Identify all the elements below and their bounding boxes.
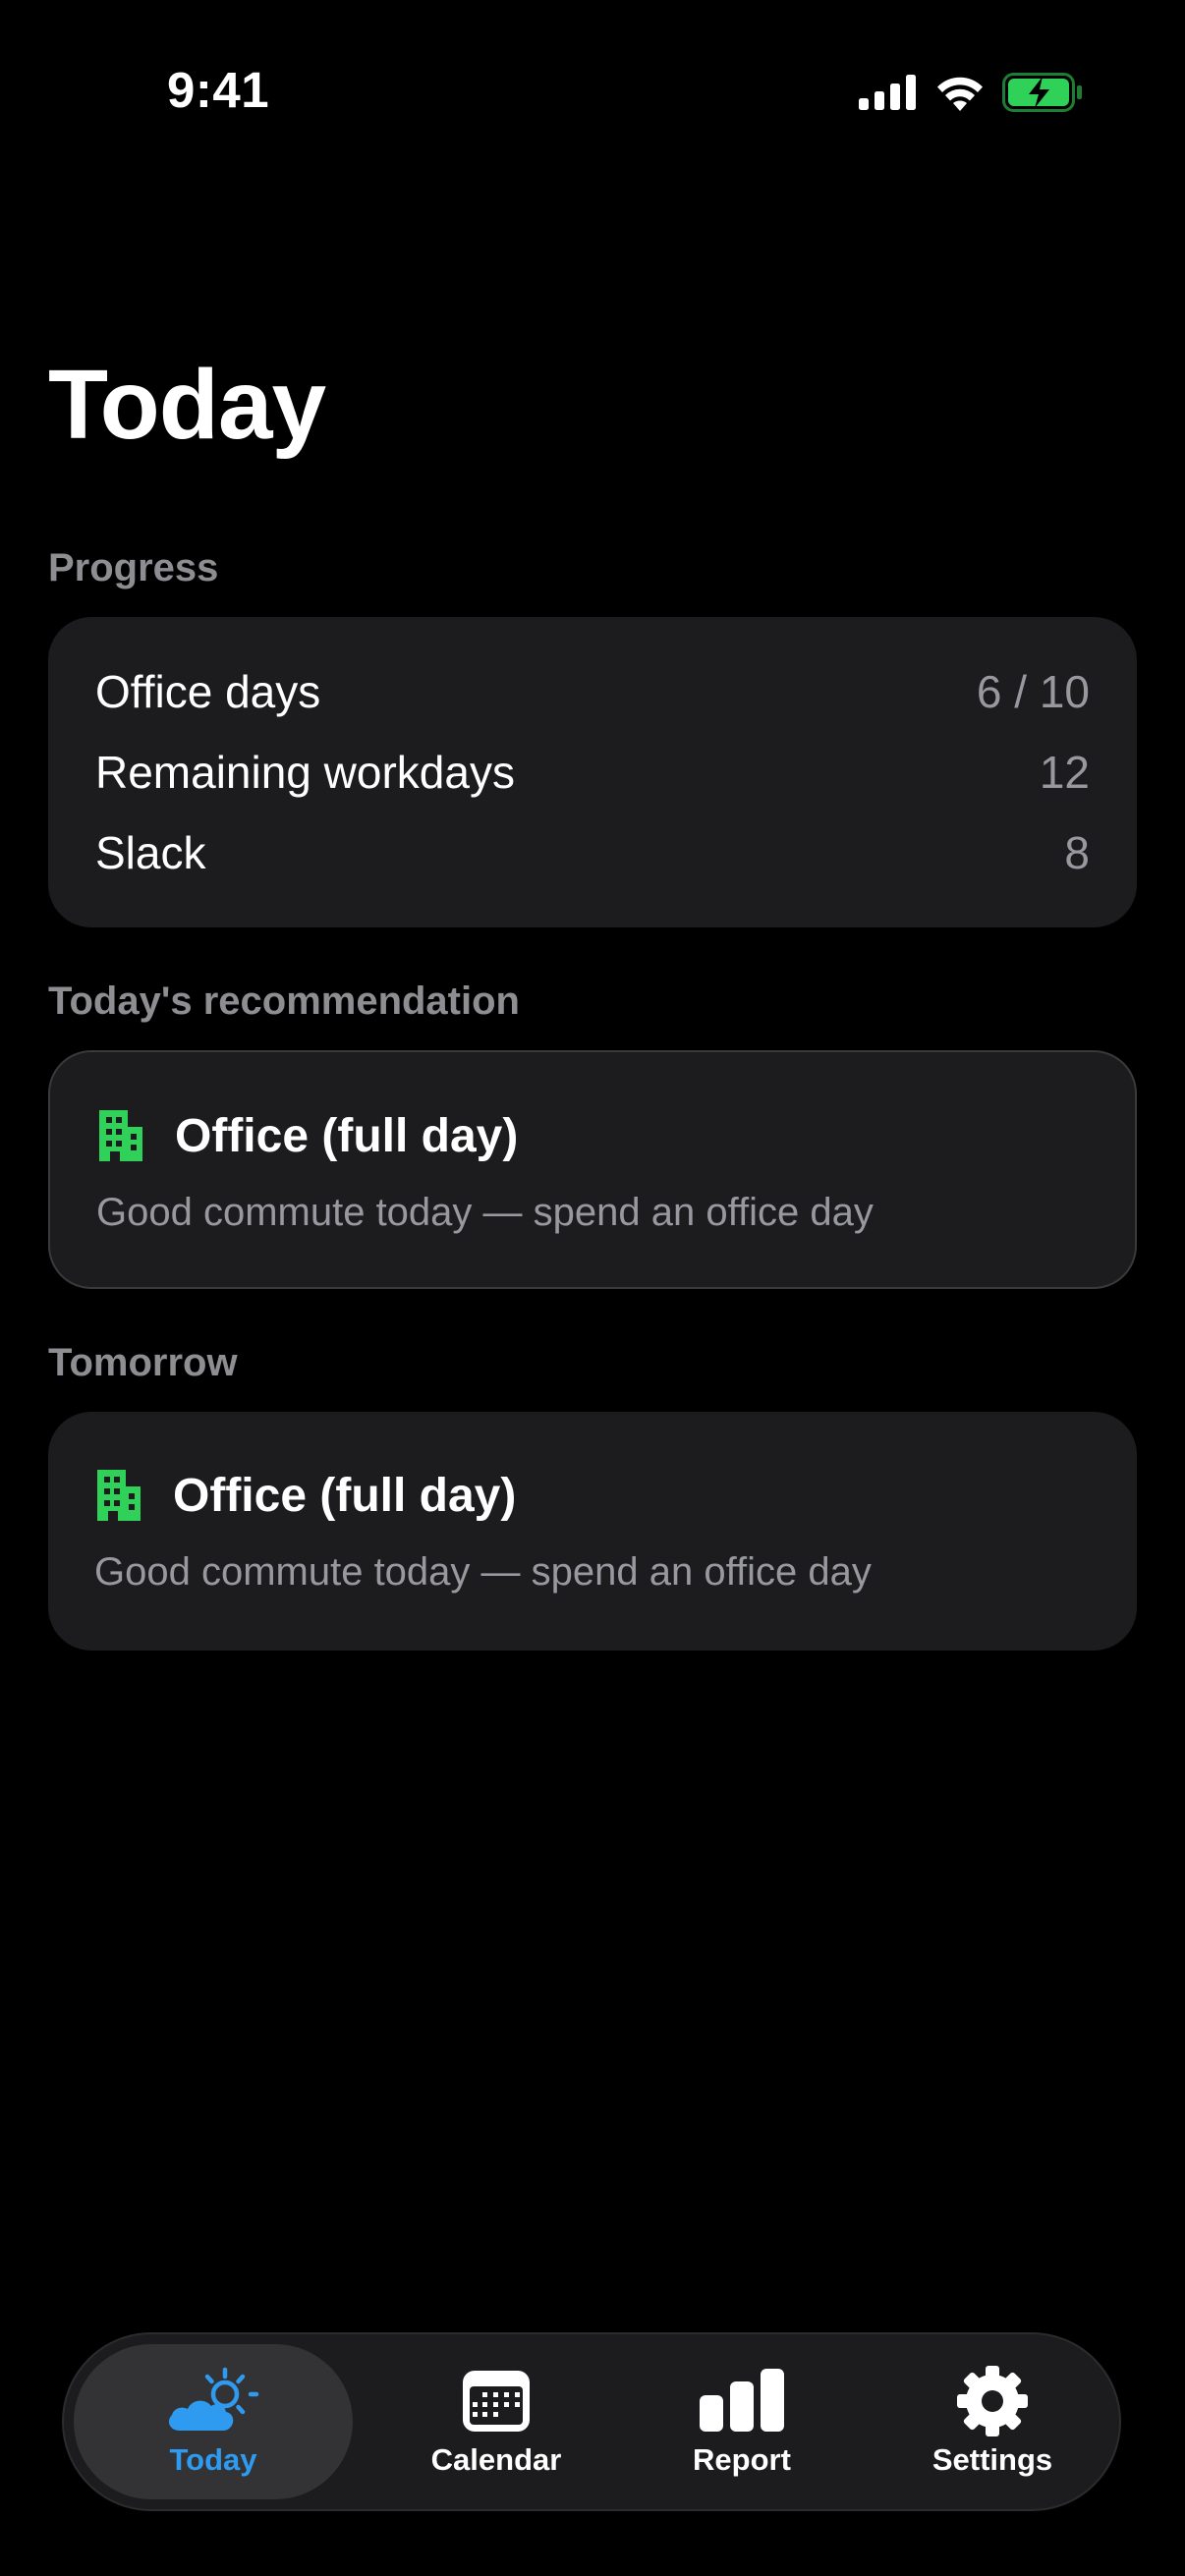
tab-bar: Today Calendar Report Settings: [62, 2332, 1121, 2511]
bar-chart-icon: [693, 2366, 791, 2436]
tab-label: Calendar: [430, 2442, 562, 2477]
status-time: 9:41: [167, 62, 270, 118]
tomorrow-card[interactable]: Office (full day) Good commute today — s…: [48, 1412, 1137, 1651]
recommendation-subtitle: Good commute today — spend an office day: [96, 1191, 874, 1234]
progress-row-remaining-workdays: Remaining workdays 12: [95, 743, 1090, 802]
progress-section-header: Progress: [48, 546, 219, 589]
battery-charging-icon: [1002, 73, 1083, 117]
tab-today[interactable]: Today: [74, 2344, 353, 2499]
tomorrow-title-row: Office (full day): [94, 1467, 516, 1524]
progress-row-office-days: Office days 6 / 10: [95, 662, 1090, 721]
tomorrow-subtitle: Good commute today — spend an office day: [94, 1550, 872, 1594]
progress-card: Office days 6 / 10 Remaining workdays 12…: [48, 617, 1137, 927]
progress-label: Remaining workdays: [95, 747, 515, 798]
wifi-icon: [935, 75, 985, 116]
building-icon: [94, 1467, 143, 1524]
progress-value: 12: [1039, 747, 1090, 798]
recommendation-section-header: Today's recommendation: [48, 980, 520, 1023]
progress-value: 6 / 10: [976, 666, 1090, 717]
tab-report[interactable]: Report: [644, 2344, 840, 2499]
status-bar: 9:41: [0, 0, 1185, 147]
tomorrow-title: Office (full day): [173, 1469, 517, 1522]
progress-label: Slack: [95, 827, 206, 878]
building-icon: [96, 1107, 145, 1164]
recommendation-title-row: Office (full day): [96, 1107, 518, 1164]
page-title: Today: [48, 350, 326, 460]
cellular-signal-icon: [859, 75, 918, 115]
weather-sun-cloud-icon: [164, 2366, 262, 2436]
gear-icon: [943, 2366, 1042, 2436]
progress-label: Office days: [95, 666, 321, 717]
tab-label: Today: [169, 2442, 257, 2477]
tab-settings[interactable]: Settings: [889, 2344, 1096, 2499]
recommendation-title: Office (full day): [175, 1109, 519, 1162]
tab-label: Settings: [931, 2442, 1053, 2477]
status-icons: [859, 73, 1083, 117]
progress-row-slack: Slack 8: [95, 823, 1090, 882]
calendar-icon: [447, 2366, 545, 2436]
tab-calendar[interactable]: Calendar: [388, 2344, 604, 2499]
tomorrow-section-header: Tomorrow: [48, 1341, 238, 1384]
progress-value: 8: [1064, 827, 1090, 878]
recommendation-card[interactable]: Office (full day) Good commute today — s…: [48, 1050, 1137, 1289]
tab-label: Report: [693, 2442, 791, 2477]
